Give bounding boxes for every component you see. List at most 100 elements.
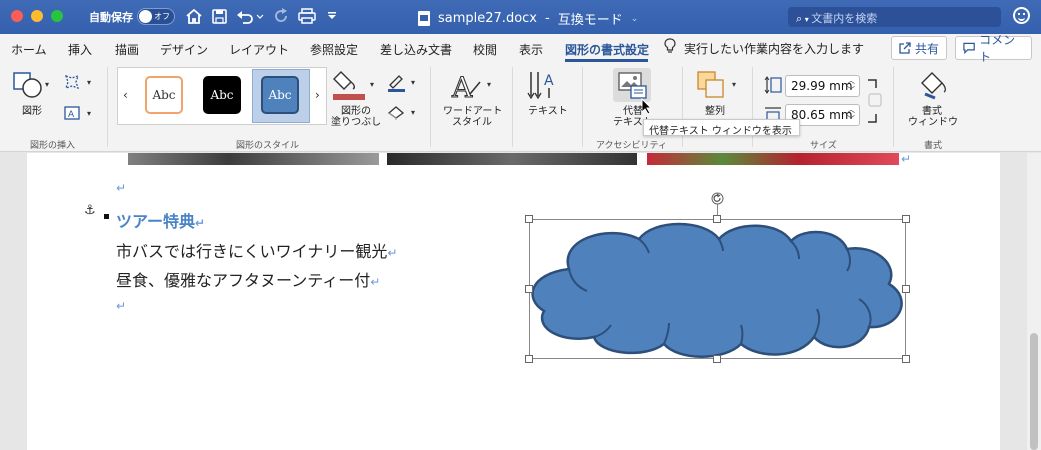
- minimize-window-button[interactable]: [31, 10, 43, 22]
- section-heading[interactable]: ツアー特典↵: [116, 208, 205, 232]
- chevron-down-icon[interactable]: ▾: [45, 80, 49, 89]
- lock-aspect-ratio-icon[interactable]: [864, 78, 884, 124]
- maximize-window-button[interactable]: [51, 10, 63, 22]
- wordart-styles-icon[interactable]: A: [450, 70, 484, 102]
- resize-handle[interactable]: [525, 355, 533, 363]
- text-box-icon[interactable]: A: [63, 105, 81, 121]
- stepper-arrows-icon[interactable]: ︿ ﹀: [847, 105, 855, 125]
- rotate-handle-icon[interactable]: [711, 192, 724, 205]
- svg-text:A: A: [451, 71, 473, 102]
- scrollbar-thumb[interactable]: [1030, 333, 1038, 450]
- resize-handle[interactable]: [902, 355, 910, 363]
- paragraph-mark: ↵: [116, 299, 127, 313]
- arrange-icon[interactable]: [696, 70, 728, 100]
- paragraph-mark: ↵: [116, 181, 127, 195]
- paragraph-mark: ↵: [195, 216, 206, 230]
- document-icon: [418, 11, 430, 26]
- share-button[interactable]: 共有: [891, 36, 947, 60]
- shape-fill-label-line2: 塗りつぶし: [331, 117, 382, 128]
- tab-view[interactable]: 表示: [519, 41, 543, 58]
- resize-handle[interactable]: [713, 355, 721, 363]
- tab-draw[interactable]: 描画: [115, 41, 139, 58]
- text-direction-icon[interactable]: A: [527, 70, 561, 102]
- paint-bucket-icon[interactable]: [331, 68, 367, 102]
- undo-icon[interactable]: [235, 6, 265, 26]
- resize-handle[interactable]: [902, 285, 910, 293]
- comment-button[interactable]: コメント: [955, 33, 1032, 64]
- arrange-label: 整列: [705, 106, 725, 117]
- edit-shape-icon[interactable]: [63, 74, 81, 90]
- group-divider: [582, 67, 583, 147]
- style-sample-blue[interactable]: Abc: [261, 76, 299, 114]
- tab-insert[interactable]: 挿入: [68, 41, 92, 58]
- redo-icon[interactable]: [272, 6, 290, 26]
- print-icon[interactable]: [297, 6, 317, 26]
- stepper-arrows-icon[interactable]: ︿ ﹀: [847, 76, 855, 96]
- tab-references[interactable]: 参照設定: [310, 41, 358, 58]
- format-pane-label-line2: ウィンドウ: [908, 117, 958, 128]
- chevron-down-icon[interactable]: ▾: [411, 78, 415, 87]
- tab-mailings[interactable]: 差し込み文書: [380, 41, 452, 58]
- shapes-icon[interactable]: [12, 70, 44, 100]
- group-divider: [512, 67, 513, 147]
- home-icon[interactable]: [185, 6, 203, 26]
- shape-outline-icon[interactable]: [386, 74, 406, 92]
- chevron-down-icon[interactable]: ▾: [411, 108, 415, 117]
- shape-styles-group-label: 図形のスタイル: [236, 141, 300, 151]
- body-text: 昼食、優雅なアフタヌーンティー付: [116, 271, 371, 290]
- shape-height-icon: [764, 76, 782, 94]
- close-window-button[interactable]: [11, 10, 23, 22]
- chevron-down-icon[interactable]: ▾: [487, 80, 491, 89]
- resize-handle[interactable]: [713, 215, 721, 223]
- lightbulb-icon: [664, 38, 676, 53]
- document-search[interactable]: ⌕ ▾ 文書内を検索: [788, 7, 1001, 27]
- ribbon-tabs: ホーム 挿入 描画 デザイン レイアウト 参照設定 差し込み文書 校閲 表示 図…: [0, 34, 1041, 62]
- shape-height-input[interactable]: 29.99 mm ︿ ﹀: [785, 75, 860, 97]
- shape-width-value: 80.65 mm: [791, 108, 853, 122]
- resize-handle[interactable]: [525, 285, 533, 293]
- tab-review[interactable]: 校閲: [473, 41, 497, 58]
- tell-me-search[interactable]: 実行したい作業内容を入力します: [684, 40, 864, 57]
- save-icon[interactable]: [210, 6, 228, 26]
- shape-effects-icon[interactable]: [386, 104, 406, 120]
- chevron-down-icon[interactable]: ▾: [370, 80, 374, 89]
- format-pane-icon[interactable]: [917, 70, 949, 102]
- share-icon: [899, 42, 911, 54]
- tab-home[interactable]: ホーム: [11, 41, 47, 58]
- chevron-right-icon[interactable]: ›: [315, 88, 320, 102]
- tab-layout[interactable]: レイアウト: [229, 41, 289, 58]
- document-title: sample27.docx - 互換モード ⌄: [418, 9, 638, 28]
- group-divider: [430, 67, 431, 147]
- photo-image: [647, 153, 899, 165]
- chevron-left-icon[interactable]: ‹: [123, 88, 128, 102]
- feedback-smiley-icon[interactable]: [1013, 7, 1030, 24]
- autosave-toggle[interactable]: オフ: [137, 8, 175, 25]
- photo-image: [128, 153, 379, 165]
- tab-design[interactable]: デザイン: [160, 41, 208, 58]
- resize-handle[interactable]: [902, 215, 910, 223]
- chevron-down-icon[interactable]: ▾: [732, 80, 736, 89]
- wordart-label-line2: スタイル: [452, 117, 492, 128]
- tab-shape-format[interactable]: 図形の書式設定: [565, 41, 649, 58]
- heading-text: ツアー特典: [116, 212, 196, 231]
- autosave-label: 自動保存: [89, 11, 133, 24]
- body-text-line[interactable]: 市バスでは行きにくいワイナリー観光↵: [116, 238, 397, 262]
- group-divider: [893, 67, 894, 147]
- style-sample-black[interactable]: Abc: [203, 76, 241, 114]
- customize-toolbar-icon[interactable]: [325, 6, 339, 26]
- chevron-down-icon[interactable]: ▾: [87, 109, 91, 118]
- compatibility-mode: 互換モード: [557, 13, 623, 28]
- alt-text-button[interactable]: [613, 68, 651, 102]
- style-sample-orange-outline[interactable]: Abc: [145, 76, 183, 114]
- chevron-down-icon: ▾: [802, 15, 812, 24]
- cloud-shape[interactable]: [529, 219, 906, 359]
- accessibility-group-label: アクセシビリティ: [596, 141, 668, 151]
- anchor-icon: ⚓: [84, 203, 96, 218]
- comment-icon: [963, 42, 975, 54]
- chevron-down-icon[interactable]: ▾: [87, 78, 91, 87]
- text-label: テキスト: [528, 106, 568, 117]
- body-text-line[interactable]: 昼食、優雅なアフタヌーンティー付↵: [116, 267, 380, 291]
- comment-label: コメント: [979, 33, 1016, 64]
- chevron-down-icon[interactable]: ⌄: [631, 14, 639, 24]
- resize-handle[interactable]: [525, 215, 533, 223]
